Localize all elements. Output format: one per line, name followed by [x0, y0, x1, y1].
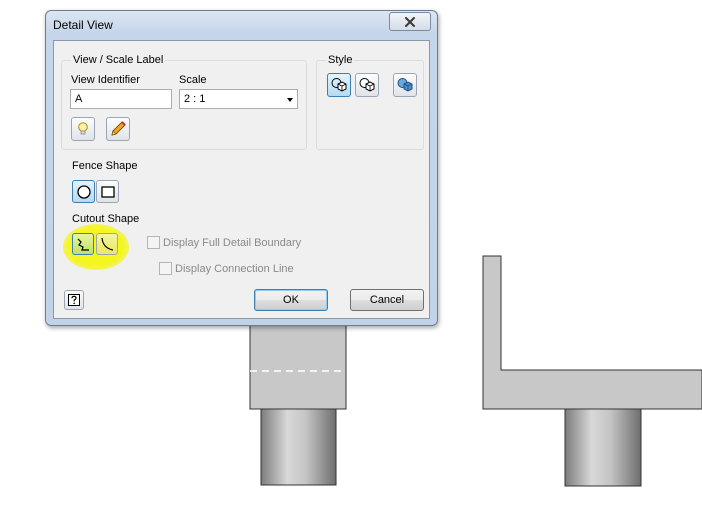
style-hidden-lines-removed-button[interactable] [355, 73, 379, 97]
smooth-cutout-icon [101, 237, 114, 251]
dialog-titlebar[interactable]: Detail View [46, 11, 437, 39]
base-view-part[interactable] [249, 317, 347, 486]
style-hidden-lines-button[interactable] [327, 73, 351, 97]
ok-button[interactable]: OK [254, 289, 328, 311]
fence-shape-label: Fence Shape [72, 160, 138, 172]
cutout-shape-label: Cutout Shape [72, 213, 140, 225]
view-identifier-label: View Identifier [71, 74, 140, 86]
help-button[interactable] [64, 290, 84, 310]
circular-fence-icon [76, 184, 91, 199]
lightbulb-icon [78, 122, 88, 135]
dialog-title: Detail View [53, 18, 113, 32]
pencil-icon [111, 121, 126, 136]
chevron-down-icon [287, 98, 293, 102]
view-identifier-input[interactable]: A [70, 89, 172, 109]
style-shaded-button[interactable] [393, 73, 417, 97]
fence-shape-circular-button[interactable] [72, 180, 95, 203]
display-connection-line-checkbox[interactable] [159, 262, 172, 275]
hidden-lines-removed-style-icon [359, 78, 375, 92]
scale-label: Scale [179, 74, 207, 86]
scale-combo[interactable]: 2 : 1 [179, 89, 298, 109]
toggle-label-visibility-button[interactable] [71, 117, 95, 141]
detail-view-dialog: Detail View View / Scale Label View Iden… [45, 10, 438, 326]
jagged-cutout-icon [77, 238, 89, 251]
fence-shape-rectangular-button[interactable] [96, 180, 119, 203]
hidden-lines-style-icon [331, 78, 347, 92]
edit-label-button[interactable] [106, 117, 130, 141]
close-button[interactable] [389, 12, 431, 31]
dialog-body: View / Scale Label View Identifier A Sca… [53, 40, 430, 319]
scale-combo-value: 2 : 1 [184, 93, 206, 105]
display-connection-line-label: Display Connection Line [175, 263, 294, 275]
view-scale-label-group-title: View / Scale Label [71, 54, 166, 66]
help-icon [68, 294, 80, 306]
shaded-style-icon [397, 78, 413, 92]
projected-view-part[interactable] [482, 255, 702, 487]
cancel-button[interactable]: Cancel [350, 289, 424, 311]
close-icon [405, 16, 415, 27]
rectangular-fence-icon [100, 185, 115, 198]
display-full-detail-boundary-checkbox[interactable] [147, 236, 160, 249]
cutout-shape-jagged-button[interactable] [72, 233, 94, 255]
style-group-title: Style [326, 54, 355, 66]
display-full-detail-boundary-label: Display Full Detail Boundary [163, 237, 302, 249]
cutout-shape-smooth-button[interactable] [96, 233, 118, 255]
